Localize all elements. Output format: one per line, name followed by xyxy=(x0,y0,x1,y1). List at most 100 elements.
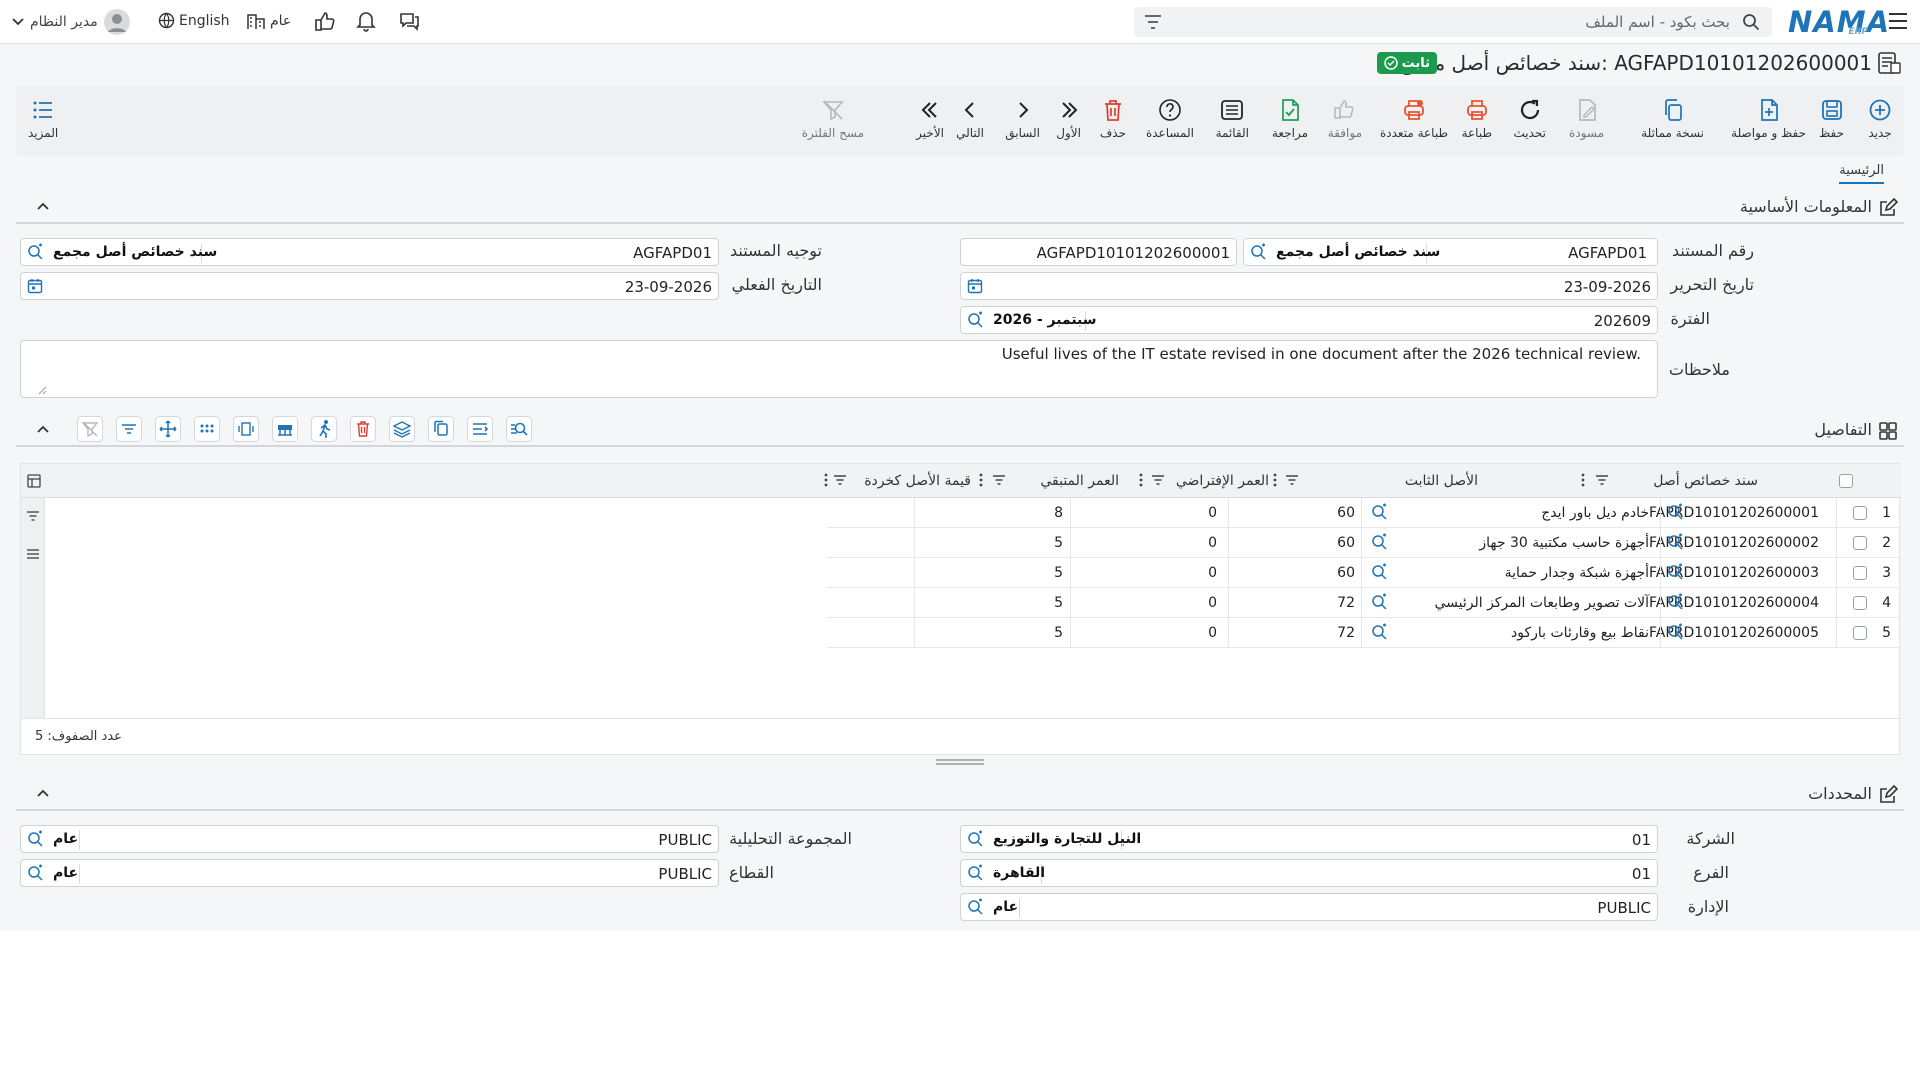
lookup-search-icon[interactable] xyxy=(1667,623,1685,641)
column-filter-icon[interactable] xyxy=(1285,474,1299,486)
lookup-search-icon[interactable] xyxy=(27,243,45,261)
lookup-search-icon[interactable] xyxy=(27,830,45,848)
save-button[interactable]: حفظ xyxy=(1819,98,1844,140)
column-menu-icon[interactable] xyxy=(824,473,828,487)
thumbs-up-icon[interactable] xyxy=(314,10,336,32)
first-record-button[interactable]: الأول xyxy=(1056,98,1081,140)
save-continue-button[interactable]: حفظ و مواصلة xyxy=(1731,98,1806,140)
chevron-up-icon[interactable] xyxy=(36,201,50,211)
lookup-search-icon[interactable] xyxy=(967,898,985,916)
approve-button[interactable]: موافقة xyxy=(1328,98,1362,140)
print-button[interactable]: طباعة xyxy=(1462,98,1492,140)
doc-number-field[interactable]: AGFAPD10101202600001 xyxy=(960,238,1237,266)
row-checkbox[interactable] xyxy=(1853,566,1867,580)
language-switch[interactable]: English xyxy=(158,12,230,29)
global-search[interactable]: بحث بكود - اسم الملف xyxy=(1134,7,1772,37)
table-stack-icon[interactable] xyxy=(272,416,298,442)
lookup-search-icon[interactable] xyxy=(1667,563,1685,581)
chat-icon[interactable] xyxy=(398,10,420,32)
sort-rows-icon[interactable] xyxy=(467,416,493,442)
more-button[interactable]: المزيد xyxy=(28,98,58,140)
dims-section-header[interactable]: المحددات xyxy=(16,777,1904,811)
lookup-search-icon[interactable] xyxy=(1371,593,1389,611)
side-filter-icon[interactable] xyxy=(26,510,40,522)
edit-date-field[interactable]: 23-09-2026 xyxy=(960,272,1658,300)
lookup-search-icon[interactable] xyxy=(1667,503,1685,521)
refresh-button[interactable]: تحديث xyxy=(1513,98,1546,140)
dept-field[interactable]: PUBLIC عام xyxy=(960,893,1658,921)
table-row[interactable]: 3 FAPRD10101202600003 أجهزة شبكة وجدار حما… xyxy=(827,558,1901,588)
lookup-search-icon[interactable] xyxy=(1667,533,1685,551)
copy-rows-icon[interactable] xyxy=(428,416,454,442)
resize-handle-icon[interactable] xyxy=(37,385,47,395)
new-button[interactable]: جديد xyxy=(1868,98,1892,140)
chevron-up-icon[interactable] xyxy=(36,788,50,798)
doc-type-field[interactable]: AGFAPD01 سند خصائص أصل مجمع xyxy=(1243,238,1658,266)
side-menu-icon[interactable] xyxy=(26,548,40,560)
next-record-button[interactable]: التالي xyxy=(956,98,984,140)
delete-button[interactable]: حذف xyxy=(1100,98,1126,140)
notes-textarea[interactable]: Useful lives of the IT estate revised in… xyxy=(20,340,1658,398)
lookup-search-icon[interactable] xyxy=(967,864,985,882)
actual-date-field[interactable]: 23-09-2026 xyxy=(20,272,719,300)
calendar-icon[interactable] xyxy=(967,278,983,294)
columns-toggle-icon[interactable] xyxy=(27,474,41,488)
filter-icon[interactable] xyxy=(1144,14,1162,30)
column-menu-icon[interactable] xyxy=(1139,473,1143,487)
lookup-search-icon[interactable] xyxy=(967,830,985,848)
company-field[interactable]: 01 النيل للتجارة والتوزيع xyxy=(960,825,1658,853)
calendar-icon[interactable] xyxy=(27,278,43,294)
copy-button[interactable]: نسخة مماثلة xyxy=(1641,98,1704,140)
column-menu-icon[interactable] xyxy=(979,473,983,487)
scope-selector[interactable]: عام xyxy=(246,12,291,30)
user-menu[interactable]: مدير النظام xyxy=(12,9,130,35)
row-checkbox[interactable] xyxy=(1853,596,1867,610)
lookup-search-icon[interactable] xyxy=(1250,243,1268,261)
period-field[interactable]: 202609 2026 - سبتمبر xyxy=(960,306,1658,334)
sector-field[interactable]: PUBLIC عام xyxy=(20,859,719,887)
col-header-asset[interactable]: الأصل الثابت xyxy=(1405,473,1478,489)
col-header-doc[interactable]: سند خصائص أصل xyxy=(1653,473,1758,489)
analytic-group-field[interactable]: PUBLIC عام xyxy=(20,825,719,853)
filter-off-icon[interactable] xyxy=(77,416,103,442)
table-row[interactable]: 4 FAPRD10101202600004 آلات تصوير وطابعات ا… xyxy=(827,588,1901,618)
branch-field[interactable]: 01 القاهرة xyxy=(960,859,1658,887)
resize-splitter-icon[interactable] xyxy=(936,759,984,765)
lookup-search-icon[interactable] xyxy=(27,864,45,882)
lookup-search-icon[interactable] xyxy=(1667,593,1685,611)
col-header-default-life[interactable]: العمر الإفتراضي xyxy=(1176,473,1269,489)
column-width-icon[interactable] xyxy=(233,416,259,442)
table-row[interactable]: 5 FAPRD10101202600005 نقاط بيع وقارئات بار… xyxy=(827,618,1901,648)
delete-rows-icon[interactable] xyxy=(350,416,376,442)
list-button[interactable]: القائمة xyxy=(1216,98,1249,140)
lookup-search-icon[interactable] xyxy=(1371,533,1389,551)
clear-filter-button[interactable]: مسح الفلترة xyxy=(802,98,864,140)
app-logo[interactable]: NAMA ERP xyxy=(1788,5,1889,39)
lookup-search-icon[interactable] xyxy=(1371,503,1389,521)
basic-info-section-header[interactable]: المعلومات الأساسية xyxy=(16,190,1904,224)
runner-icon[interactable] xyxy=(311,416,337,442)
column-filter-icon[interactable] xyxy=(992,474,1006,486)
column-filter-icon[interactable] xyxy=(1595,474,1609,486)
select-all-checkbox[interactable] xyxy=(1839,474,1853,488)
column-menu-icon[interactable] xyxy=(1581,473,1585,487)
lookup-search-icon[interactable] xyxy=(1371,623,1389,641)
review-button[interactable]: مراجعة xyxy=(1272,98,1308,140)
zoom-search-icon[interactable] xyxy=(506,416,532,442)
col-header-remaining-life[interactable]: العمر المتبقي xyxy=(1040,473,1119,489)
search-input[interactable]: بحث بكود - اسم الملف xyxy=(1585,13,1730,31)
filter-icon[interactable] xyxy=(116,416,142,442)
multi-print-button[interactable]: طباعة متعددة xyxy=(1380,98,1448,140)
row-checkbox[interactable] xyxy=(1853,536,1867,550)
row-checkbox[interactable] xyxy=(1853,506,1867,520)
layers-icon[interactable] xyxy=(389,416,415,442)
dots-grid-icon[interactable] xyxy=(194,416,220,442)
move-icon[interactable] xyxy=(155,416,181,442)
last-record-button[interactable]: الأخير xyxy=(916,98,944,140)
col-header-scrap-value[interactable]: قيمة الأصل كخردة xyxy=(864,473,971,489)
menu-icon[interactable] xyxy=(1888,12,1908,30)
tab-main[interactable]: الرئيسية xyxy=(1839,163,1884,184)
chevron-up-icon[interactable] xyxy=(36,424,50,434)
column-menu-icon[interactable] xyxy=(1273,473,1277,487)
column-filter-icon[interactable] xyxy=(1151,474,1165,486)
